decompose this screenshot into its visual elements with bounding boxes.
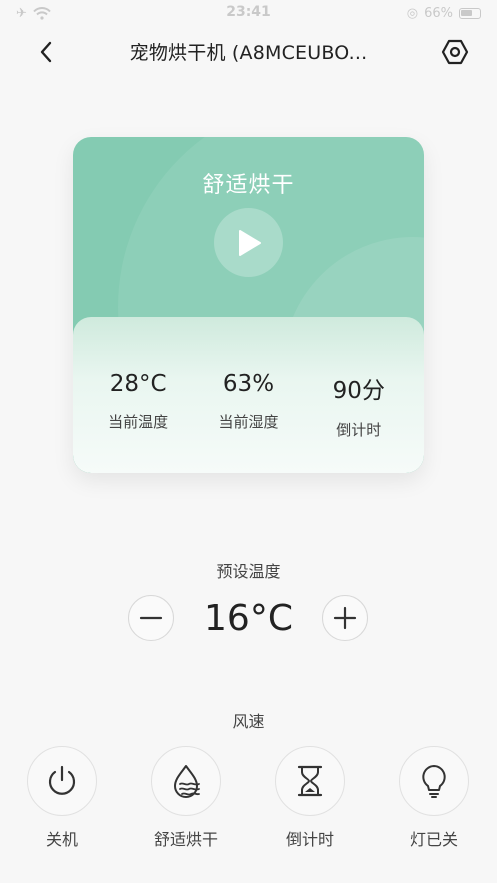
status-right: ◎ 66% [407, 6, 481, 21]
control-row: 关机 舒适烘干 倒计时 灯已关 [0, 746, 497, 856]
status-bar: ✈ 23:41 ◎ 66% [0, 0, 497, 26]
battery-percent: 66% [424, 5, 453, 21]
page-title: 宠物烘干机 (A8MCEUBO... [129, 41, 368, 64]
stat-label: 当前湿度 [218, 413, 279, 431]
timer-button-circle[interactable] [275, 746, 345, 816]
mode-label: 舒适烘干 [153, 830, 218, 849]
temperature-stepper: 16°C [0, 595, 497, 643]
wifi-icon [33, 6, 51, 20]
power-button-circle[interactable] [27, 746, 97, 816]
stat-countdown: 90分 倒计时 [309, 371, 409, 440]
timer-button[interactable]: 倒计时 [270, 746, 350, 850]
stat-temperature: 28°C 当前温度 [88, 371, 188, 440]
status-left: ✈ [16, 6, 51, 21]
power-icon [48, 765, 76, 795]
airplane-icon: ✈ [16, 5, 27, 21]
stat-label: 当前温度 [108, 413, 169, 431]
decrease-temperature-button[interactable] [128, 595, 174, 641]
timer-label: 倒计时 [285, 830, 334, 849]
chevron-left-icon [40, 41, 52, 63]
stat-label: 倒计时 [336, 421, 382, 439]
mode-button[interactable]: 舒适烘干 [146, 746, 226, 850]
plus-icon [333, 606, 357, 630]
mode-button-circle[interactable] [151, 746, 221, 816]
stat-value: 63% [222, 371, 275, 397]
minus-icon [139, 616, 163, 620]
stat-humidity: 63% 当前湿度 [198, 371, 298, 440]
light-button[interactable]: 灯已关 [394, 746, 474, 850]
nav-bar: 宠物烘干机 (A8MCEUBO... [0, 26, 497, 76]
preset-temperature-value: 16°C [204, 598, 293, 639]
mode-card: 舒适烘干 28°C 当前温度 63% 当前湿度 90分 倒计时 [73, 137, 424, 473]
hexagon-settings-icon [441, 39, 469, 65]
play-icon [238, 229, 261, 256]
stats-row: 28°C 当前温度 63% 当前湿度 90分 倒计时 [73, 371, 424, 440]
bulb-icon [422, 765, 446, 798]
power-label: 关机 [45, 830, 78, 849]
water-drop-wave-icon [174, 765, 200, 798]
power-button[interactable]: 关机 [22, 746, 102, 850]
hourglass-icon [297, 765, 323, 797]
stat-value: 28°C [109, 371, 167, 397]
battery-icon [459, 7, 481, 19]
wind-speed-label: 风速 [232, 712, 265, 731]
preset-temperature-label: 预设温度 [216, 562, 281, 581]
increase-temperature-button[interactable] [322, 595, 368, 641]
location-icon: ◎ [406, 5, 419, 21]
back-button[interactable] [32, 39, 60, 65]
light-button-circle[interactable] [399, 746, 469, 816]
light-label: 灯已关 [409, 830, 458, 849]
mode-title: 舒适烘干 [202, 173, 295, 198]
settings-button[interactable] [439, 36, 471, 68]
play-button[interactable] [214, 208, 283, 277]
stat-value: 90分 [332, 378, 385, 404]
status-time: 23:41 [226, 4, 271, 20]
